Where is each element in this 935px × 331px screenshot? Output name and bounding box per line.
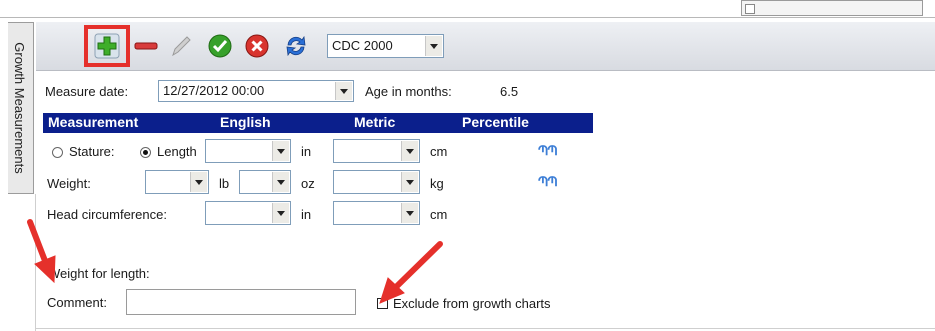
arrow-down-icon bbox=[27, 219, 56, 284]
annotation-arrows bbox=[27, 219, 443, 304]
arrow-down-left-icon bbox=[379, 241, 443, 304]
